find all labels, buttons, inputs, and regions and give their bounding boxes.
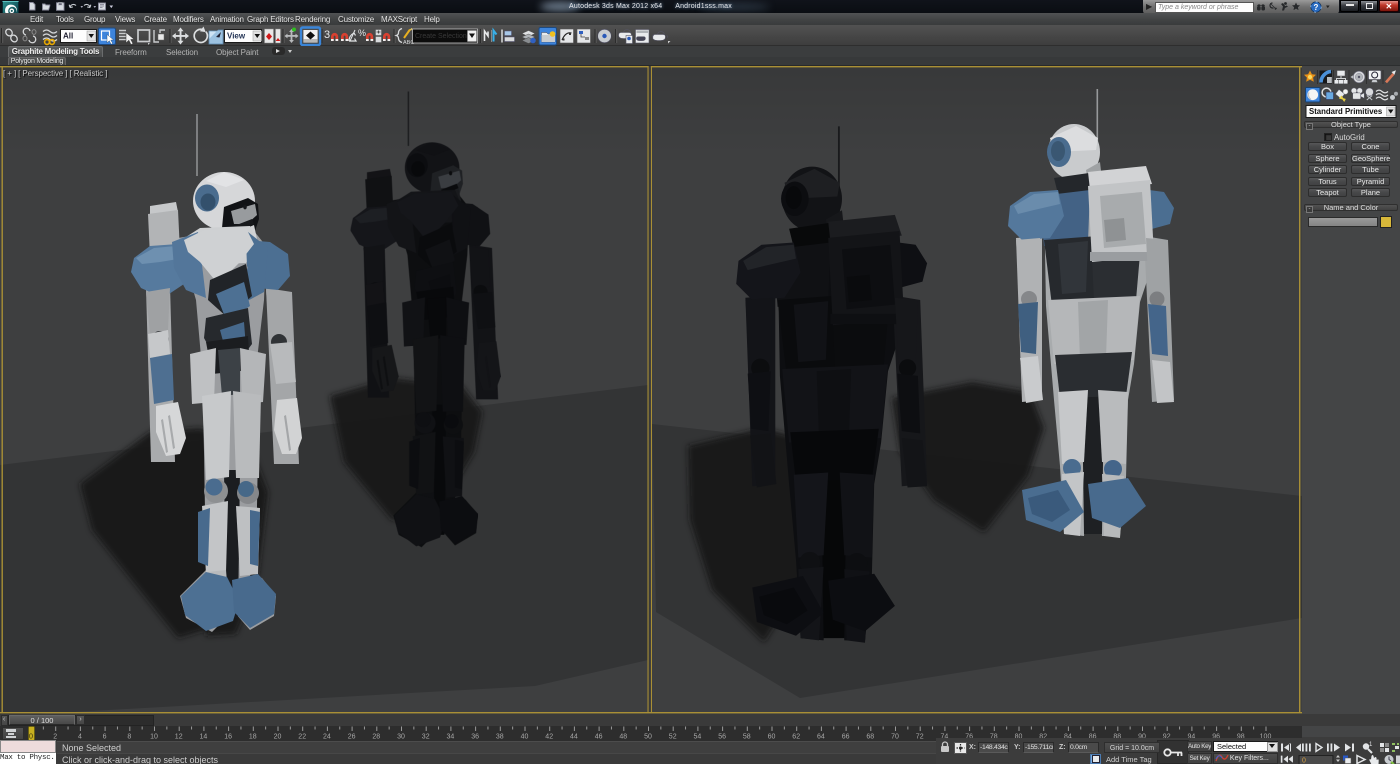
svg-text:24: 24 [323, 734, 331, 741]
svg-text:38: 38 [496, 734, 504, 741]
svg-text:44: 44 [570, 734, 578, 741]
svg-text:1: 1 [1369, 742, 1373, 748]
svg-text:Standard Primitives: Standard Primitives [1309, 107, 1383, 116]
svg-text:20: 20 [274, 734, 282, 741]
svg-text:0: 0 [1302, 758, 1306, 764]
svg-text:%: % [358, 28, 366, 38]
svg-text:58: 58 [743, 734, 751, 741]
svg-text:12: 12 [175, 734, 183, 741]
svg-text:48: 48 [619, 734, 627, 741]
svg-text:40: 40 [521, 734, 529, 741]
svg-text:72: 72 [916, 734, 924, 741]
svg-text:14: 14 [200, 734, 208, 741]
svg-text:42: 42 [545, 734, 553, 741]
svg-text:22: 22 [298, 734, 306, 741]
svg-text:54: 54 [694, 734, 702, 741]
svg-text:All: All [63, 32, 73, 41]
svg-text:50: 50 [644, 734, 652, 741]
svg-text:64: 64 [817, 734, 825, 741]
svg-text:?: ? [1314, 3, 1319, 12]
svg-text:36: 36 [471, 734, 479, 741]
svg-text:70: 70 [891, 734, 899, 741]
svg-text:66: 66 [842, 734, 850, 741]
svg-text:3: 3 [324, 29, 330, 41]
svg-text:56: 56 [718, 734, 726, 741]
svg-text:62: 62 [792, 734, 800, 741]
svg-text:Create Selection S: Create Selection S [415, 33, 474, 40]
svg-text:60: 60 [768, 734, 776, 741]
svg-text:52: 52 [669, 734, 677, 741]
svg-text:8: 8 [127, 734, 131, 741]
svg-text:6: 6 [103, 734, 107, 741]
svg-text:30: 30 [397, 734, 405, 741]
svg-text:View: View [227, 32, 246, 41]
svg-text:32: 32 [422, 734, 430, 741]
svg-text:46: 46 [595, 734, 603, 741]
svg-text:18: 18 [249, 734, 257, 741]
svg-text:10: 10 [150, 734, 158, 741]
svg-text:16: 16 [224, 734, 232, 741]
svg-text:28: 28 [372, 734, 380, 741]
svg-text:26: 26 [348, 734, 356, 741]
svg-text:34: 34 [447, 734, 455, 741]
svg-text:4: 4 [78, 734, 82, 741]
svg-text:68: 68 [866, 734, 874, 741]
